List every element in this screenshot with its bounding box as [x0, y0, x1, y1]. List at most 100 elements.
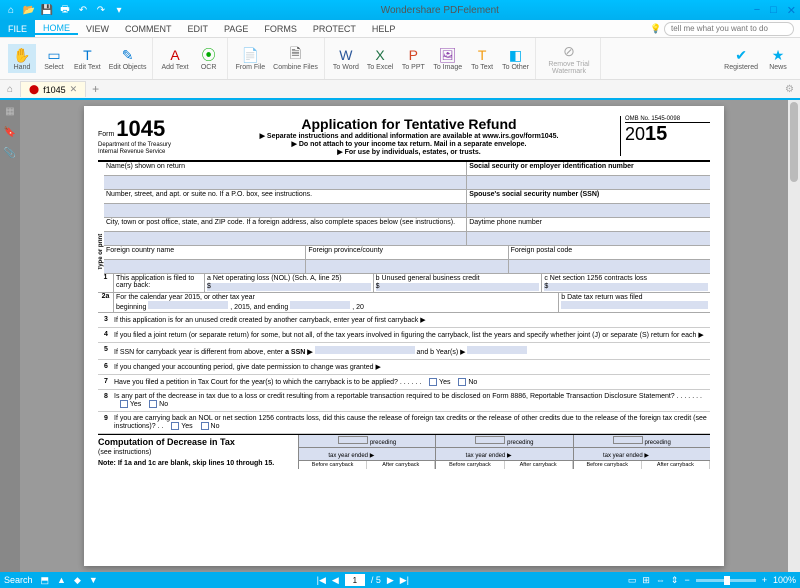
edit-objects-button[interactable]: ✎Edit Objects: [107, 44, 149, 73]
type-or-print-label: Type or print: [98, 162, 104, 274]
registered-button[interactable]: ✔Registered: [722, 44, 760, 73]
line-1a-text: a Net operating loss (NOL) (Sch. A, line…: [207, 275, 342, 282]
select-tool-button[interactable]: ▭Select: [40, 44, 68, 73]
checkbox[interactable]: [149, 400, 157, 408]
excel-icon: X: [371, 46, 389, 64]
pdf-page: Form 1045 Department of the Treasury Int…: [84, 106, 724, 566]
vertical-scrollbar[interactable]: [788, 100, 800, 572]
to-image-button[interactable]: 🖼To Image: [431, 44, 464, 73]
select-icon: ▭: [45, 46, 63, 64]
remove-watermark-button[interactable]: ⊘Remove Trial Watermark: [542, 41, 596, 77]
tab-settings-icon[interactable]: ⚙: [779, 84, 800, 95]
content-area: ▦ 🔖 📎 Form 1045 Department of the Treasu…: [0, 100, 800, 572]
document-tab[interactable]: ⬤ f1045 ✕: [20, 81, 86, 97]
menu-bar: FILE HOME VIEW COMMENT EDIT PAGE FORMS P…: [0, 20, 800, 38]
checkbox[interactable]: [201, 422, 209, 430]
nav-icon[interactable]: ⬒: [41, 575, 50, 586]
qat-dropdown-icon[interactable]: ▾: [112, 3, 126, 17]
checkbox[interactable]: [458, 378, 466, 386]
line-4: If you filed a joint return (or separate…: [114, 331, 710, 339]
checkbox[interactable]: [120, 400, 128, 408]
menu-comment[interactable]: COMMENT: [117, 24, 180, 34]
watermark-icon: ⊘: [560, 43, 578, 61]
zoom-percent[interactable]: 100%: [773, 575, 796, 585]
to-excel-button[interactable]: XTo Excel: [365, 44, 395, 73]
to-other-button[interactable]: ◧To Other: [500, 44, 531, 73]
menu-view[interactable]: VIEW: [78, 24, 117, 34]
to-ppt-button[interactable]: PTo PPT: [399, 44, 427, 73]
menu-page[interactable]: PAGE: [216, 24, 256, 34]
fit-height-icon[interactable]: ⇕: [671, 575, 679, 586]
edit-text-button[interactable]: TEdit Text: [72, 44, 103, 73]
to-text-button[interactable]: TTo Text: [468, 44, 496, 73]
checkbox[interactable]: [171, 422, 179, 430]
qat-undo-icon[interactable]: ↶: [76, 3, 90, 17]
view-continuous-icon[interactable]: ⊞: [642, 575, 650, 586]
city-field: City, town or post office, state, and ZI…: [104, 218, 466, 231]
ssn-field: Social security or employer identificati…: [466, 162, 710, 175]
nav-diamond-icon[interactable]: ◆: [74, 575, 81, 586]
combine-icon: 🗎: [287, 46, 305, 64]
help-search-input[interactable]: [664, 22, 794, 36]
hand-tool-button[interactable]: ✋Hand: [8, 44, 36, 73]
hand-icon: ✋: [13, 46, 31, 64]
other-icon: ◧: [507, 46, 525, 64]
view-single-icon[interactable]: ▭: [628, 575, 637, 586]
attachments-icon[interactable]: 📎: [4, 148, 16, 159]
form-year: 2015: [625, 123, 710, 146]
form-sub2: ▶ Do not attach to your income tax retur…: [198, 140, 620, 148]
zoom-slider[interactable]: [696, 579, 756, 582]
line-1-stem: This application is filed to carry back:: [114, 274, 204, 292]
zoom-out-button[interactable]: −: [684, 575, 689, 585]
nav-up-icon[interactable]: ▲: [57, 575, 66, 585]
add-tab-button[interactable]: +: [86, 82, 105, 96]
first-page-button[interactable]: |◀: [317, 575, 326, 586]
to-word-button[interactable]: WTo Word: [331, 44, 361, 73]
next-page-button[interactable]: ▶: [387, 575, 394, 586]
last-page-button[interactable]: ▶|: [400, 575, 409, 586]
checkbox[interactable]: [429, 378, 437, 386]
menu-edit[interactable]: EDIT: [180, 24, 217, 34]
minimize-button[interactable]: −: [754, 4, 760, 17]
combine-files-button[interactable]: 🗎Combine Files: [271, 44, 320, 73]
tab-home-icon[interactable]: ⌂: [0, 84, 20, 95]
form-sub3: ▶ For use by individuals, estates, or tr…: [198, 148, 620, 156]
menu-help[interactable]: HELP: [364, 24, 404, 34]
ocr-button[interactable]: ⦿OCR: [195, 44, 223, 73]
document-viewer[interactable]: Form 1045 Department of the Treasury Int…: [20, 100, 788, 572]
line-7: Have you filed a petition in Tax Court f…: [114, 378, 710, 386]
line-3: If this application is for an unused cre…: [114, 316, 710, 324]
thumbnails-icon[interactable]: ▦: [5, 106, 14, 117]
nav-down-icon[interactable]: ▼: [89, 575, 98, 585]
fit-width-icon[interactable]: ⇔: [656, 575, 665, 585]
word-icon: W: [337, 46, 355, 64]
qat-open-icon[interactable]: 📂: [22, 3, 36, 17]
add-text-button[interactable]: AAdd Text: [159, 44, 190, 73]
search-label[interactable]: Search: [4, 575, 33, 585]
quick-access-toolbar: ⌂ 📂 💾 🖶 ↶ ↷ ▾: [4, 3, 126, 17]
bookmarks-icon[interactable]: 🔖: [4, 127, 16, 138]
menu-forms[interactable]: FORMS: [256, 24, 305, 34]
tab-close-button[interactable]: ✕: [70, 84, 78, 95]
file-menu[interactable]: FILE: [0, 20, 35, 37]
page-number-input[interactable]: [345, 574, 365, 586]
edit-objects-icon: ✎: [119, 46, 137, 64]
zoom-in-button[interactable]: +: [762, 575, 767, 585]
comp-title: Computation of Decrease in Tax: [98, 435, 298, 449]
close-button[interactable]: ✕: [787, 4, 796, 17]
scroll-thumb[interactable]: [790, 102, 798, 182]
from-file-button[interactable]: 📄From File: [234, 44, 268, 73]
menu-protect[interactable]: PROTECT: [305, 24, 364, 34]
news-button[interactable]: ★News: [764, 44, 792, 73]
menu-home[interactable]: HOME: [35, 23, 78, 35]
line-5: If SSN for carryback year is different f…: [114, 346, 710, 356]
prev-page-button[interactable]: ◀: [332, 575, 339, 586]
qat-redo-icon[interactable]: ↷: [94, 3, 108, 17]
qat-save-icon[interactable]: 💾: [40, 3, 54, 17]
maximize-button[interactable]: □: [770, 4, 777, 17]
ribbon: ✋Hand ▭Select TEdit Text ✎Edit Objects A…: [0, 38, 800, 80]
qat-home-icon[interactable]: ⌂: [4, 3, 18, 17]
qat-print-icon[interactable]: 🖶: [58, 3, 72, 17]
form-label: Form: [98, 131, 114, 138]
line-1b-text: b Unused general business credit: [376, 275, 480, 282]
